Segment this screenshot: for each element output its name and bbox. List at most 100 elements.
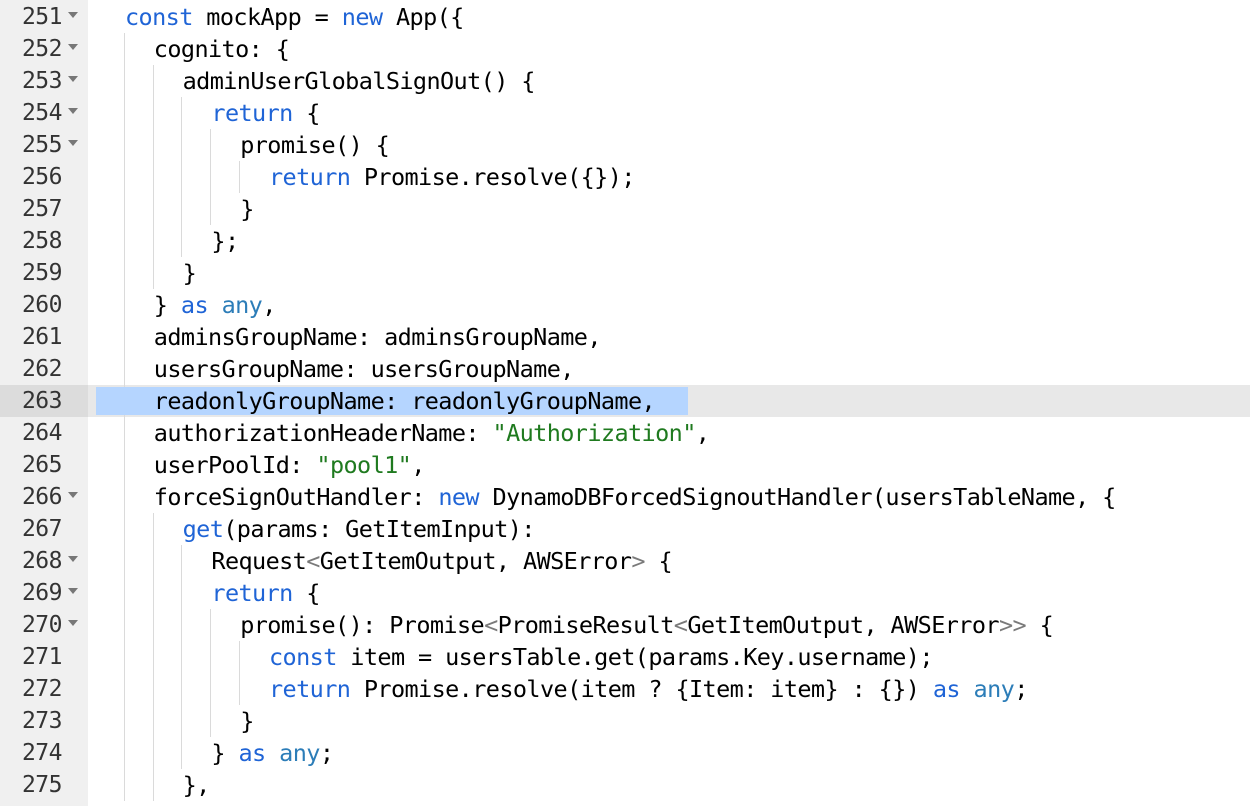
indent-guide — [123, 673, 125, 705]
code-token: } — [211, 739, 239, 767]
indent-guide — [152, 65, 154, 97]
indent-guide — [210, 609, 212, 641]
code-token: promise() { — [240, 131, 390, 159]
code-token: get — [182, 515, 224, 543]
code-text[interactable]: } as any, — [153, 289, 277, 321]
code-text[interactable]: readonlyGroupName: readonlyGroupName, — [154, 385, 656, 417]
code-token: ; — [1014, 675, 1028, 703]
code-line[interactable]: 269 return { — [0, 577, 1250, 609]
code-text[interactable]: return Promise.resolve({}); — [269, 161, 635, 193]
line-number: 254 — [21, 100, 63, 126]
indent-guide — [181, 161, 183, 193]
code-text[interactable]: } — [240, 705, 254, 737]
fold-arrow-icon[interactable] — [68, 492, 78, 498]
code-token: any — [973, 675, 1015, 703]
fold-arrow-icon[interactable] — [68, 556, 78, 562]
indent-guide — [123, 33, 125, 65]
code-line[interactable]: 271 const item = usersTable.get(params.Ke… — [0, 641, 1250, 673]
code-text[interactable]: get(params: GetItemInput): — [182, 513, 536, 545]
code-text[interactable]: } — [183, 257, 197, 289]
fold-arrow-icon[interactable] — [68, 588, 78, 594]
code-line[interactable]: 251 const mockApp = new App({ — [0, 1, 1250, 33]
code-text[interactable]: promise() { — [240, 129, 390, 161]
code-token: > — [631, 547, 645, 575]
indent-guide — [123, 481, 125, 513]
code-token: GetItemOutput, AWSError — [319, 547, 632, 575]
fold-arrow-icon[interactable] — [68, 76, 78, 82]
indent-guide — [123, 257, 125, 289]
code-text[interactable]: } as any; — [211, 737, 334, 769]
code-token: forceSignOutHandler: — [153, 483, 439, 511]
code-line[interactable]: 268 Request<GetItemOutput, AWSError> { — [0, 545, 1250, 577]
code-text[interactable]: Request<GetItemOutput, AWSError> { — [211, 545, 672, 577]
code-lines[interactable]: 251 const mockApp = new App({ 252 cognito: … — [0, 1, 1250, 801]
code-text[interactable]: return { — [211, 97, 320, 129]
fold-arrow-icon[interactable] — [68, 12, 78, 18]
code-editor[interactable]: 251 const mockApp = new App({ 252 cognito: … — [0, 0, 1250, 806]
indent-guide — [210, 641, 212, 673]
code-text[interactable]: const item = usersTable.get(params.Key.u… — [269, 641, 933, 673]
code-line[interactable]: 272 return Promise.resolve(item ? {Item: … — [0, 673, 1250, 705]
code-line[interactable]: 259} — [0, 257, 1250, 289]
code-line[interactable]: 263 readonlyGroupName: readonlyGroupName, — [0, 385, 1250, 417]
code-token: GetItemOutput, AWSError — [687, 611, 999, 639]
code-line[interactable]: 257} — [0, 193, 1250, 225]
code-text[interactable]: promise(): Promise<PromiseResult<GetItem… — [240, 609, 1054, 641]
code-token: mockApp = — [192, 3, 342, 31]
code-text[interactable]: }; — [211, 225, 239, 257]
code-line[interactable]: 273} — [0, 705, 1250, 737]
code-line[interactable]: 258}; — [0, 225, 1250, 257]
code-token: userPoolId: — [153, 451, 317, 479]
line-number: 273 — [21, 708, 63, 734]
code-text[interactable]: }, — [183, 769, 211, 801]
code-line[interactable]: 262 usersGroupName: usersGroupName, — [0, 353, 1250, 385]
code-line[interactable]: 274} as any; — [0, 737, 1250, 769]
code-token: } — [153, 291, 181, 319]
indent-guide — [181, 577, 183, 609]
fold-arrow-icon[interactable] — [68, 108, 78, 114]
code-text[interactable]: userPoolId: "pool1", — [153, 449, 426, 481]
code-text[interactable]: const mockApp = new App({ — [125, 1, 464, 33]
fold-arrow-icon[interactable] — [68, 620, 78, 626]
line-number: 257 — [21, 196, 63, 222]
code-text[interactable]: return Promise.resolve(item ? {Item: ite… — [269, 673, 1028, 705]
code-line[interactable]: 260} as any, — [0, 289, 1250, 321]
code-text[interactable]: usersGroupName: usersGroupName, — [154, 353, 575, 385]
code-token: } — [240, 707, 254, 735]
code-text[interactable]: forceSignOutHandler: new DynamoDBForcedS… — [153, 481, 1117, 513]
code-token: item = usersTable.get(params.Key.usernam… — [336, 643, 933, 671]
code-line[interactable]: 270 promise(): Promise<PromiseResult<GetI… — [0, 609, 1250, 641]
code-text[interactable]: authorizationHeaderName: "Authorization"… — [154, 417, 710, 449]
code-line[interactable]: 266 forceSignOutHandler: new DynamoDBForc… — [0, 481, 1250, 513]
fold-arrow-icon[interactable] — [68, 140, 78, 146]
code-line[interactable]: 267 get(params: GetItemInput): — [0, 513, 1250, 545]
code-line[interactable]: 275}, — [0, 769, 1250, 801]
indent-guide — [123, 513, 125, 545]
code-line[interactable]: 253 adminUserGlobalSignOut() { — [0, 65, 1250, 97]
line-number: 252 — [21, 36, 63, 62]
code-token: Promise.resolve(item ? {Item: item} : {}… — [350, 675, 933, 703]
code-token: as — [180, 291, 209, 319]
code-line[interactable]: 254 return { — [0, 97, 1250, 129]
code-line[interactable]: 256 return Promise.resolve({}); — [0, 161, 1250, 193]
indent-guide — [152, 257, 154, 289]
code-text[interactable]: cognito: { — [154, 33, 290, 65]
code-text[interactable]: return { — [211, 577, 320, 609]
code-text[interactable]: } — [240, 193, 254, 225]
code-token: , — [695, 419, 710, 447]
code-line[interactable]: 252 cognito: { — [0, 33, 1250, 65]
code-text[interactable]: adminsGroupName: adminsGroupName, — [154, 321, 602, 353]
indent-guide — [181, 545, 183, 577]
indent-guide — [123, 353, 125, 385]
code-line[interactable]: 261 adminsGroupName: adminsGroupName, — [0, 321, 1250, 353]
fold-arrow-icon[interactable] — [68, 44, 78, 50]
code-line[interactable]: 255 promise() { — [0, 129, 1250, 161]
indent-guide — [181, 609, 183, 641]
code-token: "pool1" — [316, 451, 412, 479]
code-line[interactable]: 264 authorizationHeaderName: "Authorizati… — [0, 417, 1250, 449]
code-text[interactable]: adminUserGlobalSignOut() { — [183, 65, 536, 97]
code-line[interactable]: 265 userPoolId: "pool1", — [0, 449, 1250, 481]
